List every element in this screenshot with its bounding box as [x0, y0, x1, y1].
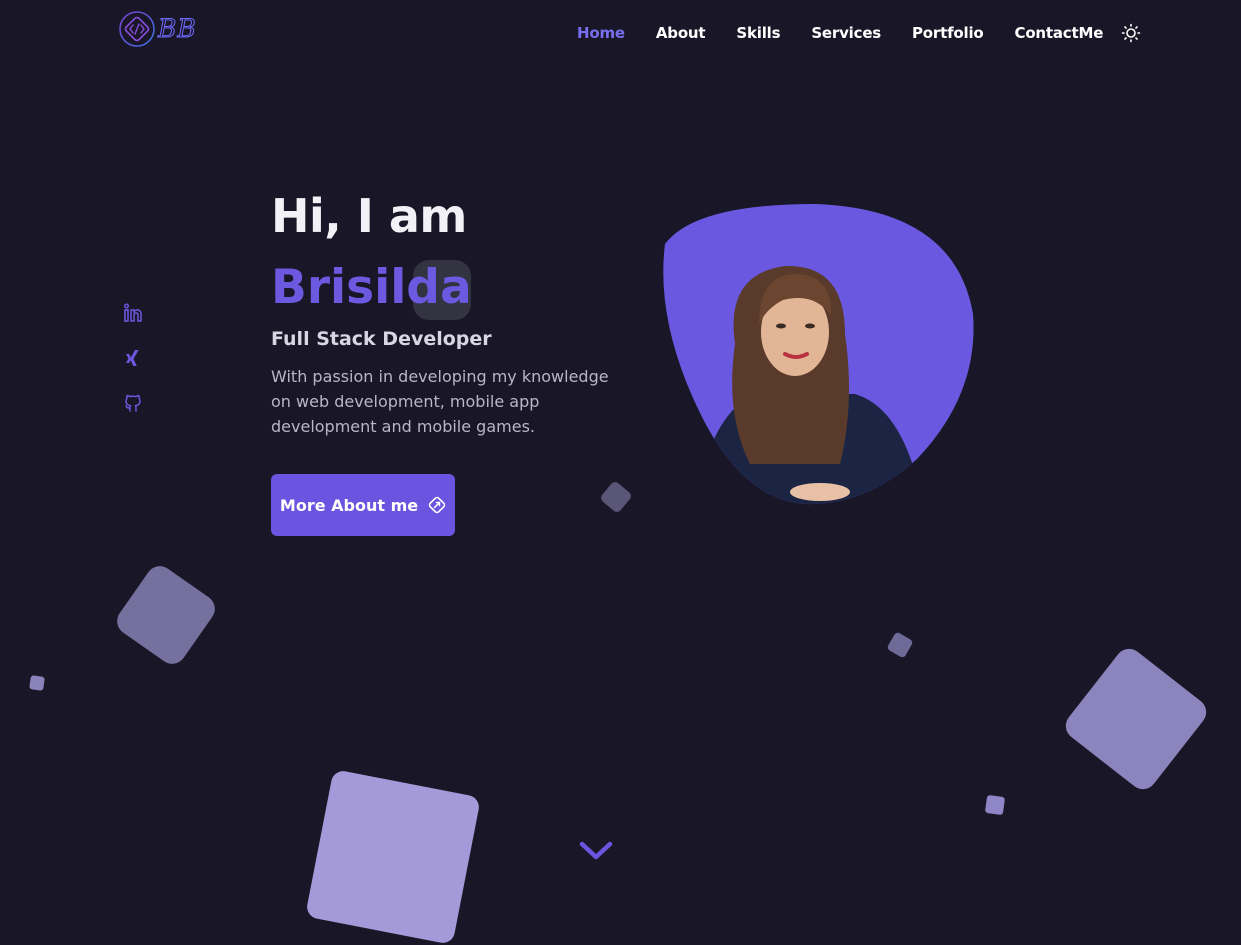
decorative-square — [599, 480, 633, 514]
hero-role: Full Stack Developer — [271, 328, 492, 350]
hero-bio: With passion in developing my knowledge … — [271, 367, 609, 436]
site-header: BB Home About Skills Services Portfolio … — [0, 0, 1241, 66]
logo-text: BB — [158, 14, 197, 44]
social-links — [122, 302, 146, 437]
chevron-down-icon[interactable] — [578, 838, 614, 864]
hero-intro: Hi, I am Brisilda Full Stack Developer W… — [271, 188, 641, 439]
main-nav: Home About Skills Services Portfolio Con… — [577, 22, 1141, 44]
decorative-square — [305, 769, 481, 945]
decorative-square — [1060, 643, 1212, 795]
hero-name-text: Brisilda — [271, 260, 472, 315]
cta-label: More About me — [279, 495, 419, 515]
decorative-square — [111, 560, 221, 670]
nav-home[interactable]: Home — [577, 22, 625, 44]
logo[interactable]: BB — [118, 10, 228, 52]
linkedin-icon[interactable] — [122, 302, 144, 324]
nav-skills[interactable]: Skills — [736, 22, 780, 44]
hero-name: Brisilda — [271, 260, 641, 320]
nav-services[interactable]: Services — [811, 22, 881, 44]
profile-photo — [663, 204, 974, 505]
decorative-square — [984, 794, 1006, 816]
decorative-square — [886, 631, 914, 659]
send-icon — [428, 496, 446, 514]
xing-icon[interactable] — [122, 347, 144, 369]
nav-portfolio[interactable]: Portfolio — [912, 22, 984, 44]
code-logo-icon — [119, 11, 155, 47]
sun-icon[interactable] — [1121, 23, 1141, 43]
github-icon[interactable] — [122, 392, 144, 414]
nav-contact[interactable]: ContactMe — [1015, 22, 1104, 44]
hero-greeting: Hi, I am — [271, 189, 467, 243]
more-about-me-button[interactable]: More About me — [271, 474, 455, 536]
decorative-square — [29, 675, 45, 691]
nav-about[interactable]: About — [656, 22, 706, 44]
